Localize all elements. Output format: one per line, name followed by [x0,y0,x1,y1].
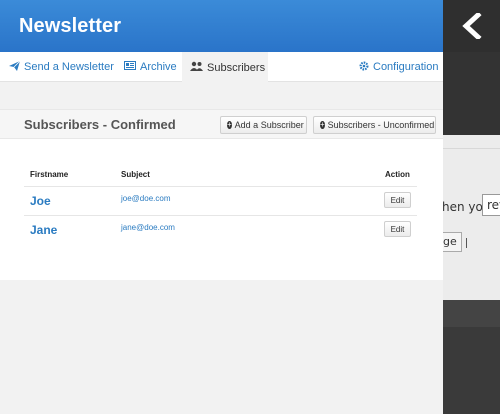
newspaper-icon [124,61,136,73]
button-label: Add a Subscriber [234,120,304,130]
tab-label: Configuration [373,61,439,73]
tab-subscribers[interactable]: Subscribers [182,52,268,83]
plus-circle-icon: + [227,120,232,129]
column-header-subject: Subject [121,170,150,179]
row-divider [24,215,417,216]
subscriber-email[interactable]: joe@doe.com [121,194,170,203]
page-title: Newsletter [19,14,122,37]
background-divider [443,148,500,149]
header-bar: Newsletter [0,0,443,52]
background-content-area [443,135,500,327]
gear-icon [359,60,369,74]
column-header-action: Action [385,170,410,179]
background-input[interactable]: rev [482,194,500,216]
unconfirmed-subscribers-button[interactable]: + Subscribers - Unconfirmed [313,116,436,134]
background-bar [443,300,500,327]
background-caret [466,238,467,248]
subscriber-email[interactable]: jane@doe.com [121,223,175,232]
spacer [0,82,443,109]
add-subscriber-button[interactable]: + Add a Subscriber [220,116,307,134]
chevron-left-icon [461,13,482,39]
tab-send-newsletter[interactable]: Send a Newsletter [9,52,114,82]
edit-button[interactable]: Edit [384,221,411,237]
tab-bar: Send a Newsletter Archive Subscribers Co… [0,52,443,83]
paper-plane-icon [9,60,21,74]
tab-label: Send a Newsletter [24,61,114,73]
subscribers-table: Firstname Subject Action Joe joe@doe.com… [0,139,443,280]
tab-label: Subscribers [207,61,266,74]
tab-label: Archive [140,61,177,73]
subscriber-firstname[interactable]: Jane [30,223,57,237]
background-button[interactable]: ge [440,232,462,252]
section-header: Subscribers - Confirmed + Add a Subscrib… [0,109,443,139]
row-divider [24,186,417,187]
button-label: Subscribers - Unconfirmed [327,120,435,130]
panel-footer [0,280,443,414]
tab-archive[interactable]: Archive [124,52,177,82]
subscriber-firstname[interactable]: Joe [30,194,51,208]
users-icon [190,61,203,74]
column-header-firstname: Firstname [30,170,69,179]
section-title: Subscribers - Confirmed [24,117,176,132]
back-button[interactable] [443,0,500,52]
plus-circle-icon: + [320,120,325,129]
edit-button[interactable]: Edit [384,192,411,208]
newsletter-panel: Newsletter Send a Newsletter Archive Sub… [0,0,443,414]
tab-configuration[interactable]: Configuration [359,52,438,82]
